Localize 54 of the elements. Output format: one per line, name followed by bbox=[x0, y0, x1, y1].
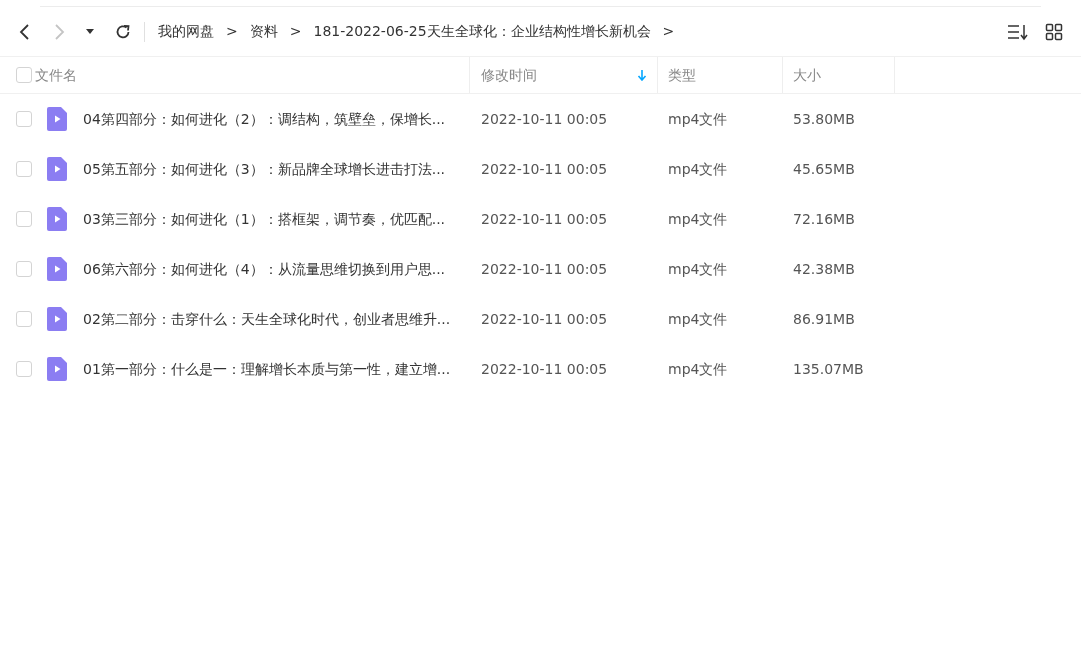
caret-down-icon bbox=[86, 29, 94, 34]
breadcrumb-separator: > bbox=[661, 22, 676, 41]
file-type: mp4文件 bbox=[668, 110, 728, 127]
file-name[interactable]: 05第五部分：如何进化（3）：新品牌全球增长进击打法... bbox=[83, 158, 446, 180]
file-type: mp4文件 bbox=[668, 160, 728, 177]
file-name[interactable]: 02第二部分：击穿什么：天生全球化时代，创业者思维升... bbox=[83, 308, 451, 330]
modified-time: 2022-10-11 00:05 bbox=[481, 260, 608, 277]
column-label: 修改时间 bbox=[481, 65, 537, 85]
file-type: mp4文件 bbox=[668, 210, 728, 227]
file-size: 86.91MB bbox=[793, 310, 855, 327]
modified-time: 2022-10-11 00:05 bbox=[481, 160, 608, 177]
breadcrumb-link[interactable]: 我的网盘 bbox=[158, 21, 214, 42]
grid-view-icon[interactable] bbox=[1045, 22, 1063, 41]
breadcrumb-link[interactable]: 资料 bbox=[249, 21, 278, 42]
checkbox[interactable] bbox=[16, 161, 32, 177]
history-dropdown-button[interactable] bbox=[86, 29, 94, 34]
sort-descending-icon bbox=[637, 69, 647, 81]
checkbox[interactable] bbox=[16, 311, 32, 327]
file-name[interactable]: 01第一部分：什么是一：理解增长本质与第一性，建立增... bbox=[83, 358, 451, 380]
breadcrumb-link[interactable]: 181-2022-06-25天生全球化：企业结构性增长新机会 bbox=[313, 21, 651, 42]
checkbox[interactable] bbox=[16, 111, 32, 127]
sort-icon[interactable] bbox=[1007, 22, 1029, 41]
file-size: 42.38MB bbox=[793, 260, 855, 277]
modified-time: 2022-10-11 00:05 bbox=[481, 110, 608, 127]
video-file-icon bbox=[47, 257, 67, 281]
modified-time: 2022-10-11 00:05 bbox=[481, 310, 608, 327]
modified-time: 2022-10-11 00:05 bbox=[481, 210, 608, 227]
video-file-icon bbox=[47, 157, 67, 181]
file-name[interactable]: 03第三部分：如何进化（1）：搭框架，调节奏，优匹配... bbox=[83, 208, 446, 230]
file-name[interactable]: 06第六部分：如何进化（4）：从流量思维切换到用户思... bbox=[83, 258, 446, 280]
video-file-icon bbox=[47, 107, 67, 131]
file-size: 45.65MB bbox=[793, 160, 855, 177]
file-type: mp4文件 bbox=[668, 310, 728, 327]
video-file-icon bbox=[47, 207, 67, 231]
video-file-icon bbox=[47, 307, 67, 331]
refresh-button[interactable] bbox=[114, 22, 132, 41]
checkbox[interactable] bbox=[16, 261, 32, 277]
file-size: 135.07MB bbox=[793, 360, 864, 377]
file-size: 53.80MB bbox=[793, 110, 855, 127]
file-type: mp4文件 bbox=[668, 360, 728, 377]
checkbox[interactable] bbox=[16, 211, 32, 227]
column-label: 文件名 bbox=[35, 65, 77, 85]
modified-time: 2022-10-11 00:05 bbox=[481, 360, 608, 377]
file-name[interactable]: 04第四部分：如何进化（2）：调结构，筑壁垒，保增长... bbox=[83, 108, 446, 130]
back-button[interactable] bbox=[18, 22, 32, 41]
breadcrumb-separator: > bbox=[288, 22, 303, 41]
breadcrumb-separator: > bbox=[225, 22, 239, 41]
video-file-icon bbox=[47, 357, 67, 381]
file-size: 72.16MB bbox=[793, 210, 855, 227]
column-label: 大小 bbox=[793, 65, 821, 85]
column-label: 类型 bbox=[668, 65, 696, 85]
file-type: mp4文件 bbox=[668, 260, 728, 277]
checkbox[interactable] bbox=[16, 67, 32, 83]
checkbox[interactable] bbox=[16, 361, 32, 377]
